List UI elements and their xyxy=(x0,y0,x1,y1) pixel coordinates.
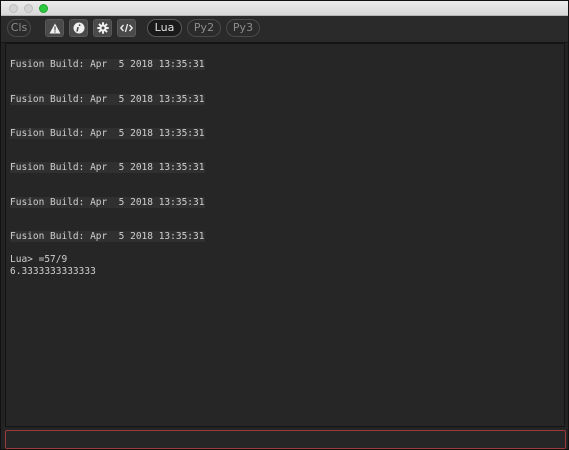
clear-screen-label: Cls xyxy=(10,21,28,34)
settings-button[interactable] xyxy=(93,19,112,37)
tab-py3-label: Py3 xyxy=(232,21,254,34)
toolbar: Cls Lua Py2 Py3 xyxy=(1,16,568,43)
title-bar xyxy=(1,1,568,16)
tab-py2[interactable]: Py2 xyxy=(187,19,221,37)
script-editor-button[interactable] xyxy=(117,19,136,37)
clear-screen-button[interactable]: Cls xyxy=(7,19,31,37)
tab-py3[interactable]: Py3 xyxy=(226,19,260,37)
console-window: Cls Lua Py2 Py3 Fusion Build: Apr 5 2018… xyxy=(0,0,569,450)
code-icon xyxy=(120,23,133,33)
close-window-button[interactable] xyxy=(9,4,18,13)
gear-icon xyxy=(96,22,109,34)
minimize-window-button[interactable] xyxy=(24,4,33,13)
console-prompt-line: Lua> =57/9 xyxy=(10,254,68,265)
maximize-window-button[interactable] xyxy=(39,4,48,13)
console-output[interactable]: Fusion Build: Apr 5 2018 13:35:31 Fusion… xyxy=(5,43,565,427)
console-input-field[interactable] xyxy=(5,430,566,449)
tab-py2-label: Py2 xyxy=(193,21,215,34)
warnings-filter-button[interactable] xyxy=(45,19,64,37)
console-result-line: 6.3333333333333 xyxy=(10,266,96,277)
tab-lua[interactable]: Lua xyxy=(147,19,182,37)
info-filter-button[interactable] xyxy=(69,19,88,37)
console-line: Fusion Build: Apr 5 2018 13:35:31 xyxy=(10,59,206,70)
console-line: Fusion Build: Apr 5 2018 13:35:31 xyxy=(10,197,206,208)
console-line: Fusion Build: Apr 5 2018 13:35:31 xyxy=(10,162,206,173)
tab-lua-label: Lua xyxy=(154,21,175,34)
console-line: Fusion Build: Apr 5 2018 13:35:31 xyxy=(10,128,206,139)
console-line: Fusion Build: Apr 5 2018 13:35:31 xyxy=(10,231,206,242)
warning-icon xyxy=(49,23,60,33)
console-line: Fusion Build: Apr 5 2018 13:35:31 xyxy=(10,94,206,105)
info-icon xyxy=(73,22,84,34)
